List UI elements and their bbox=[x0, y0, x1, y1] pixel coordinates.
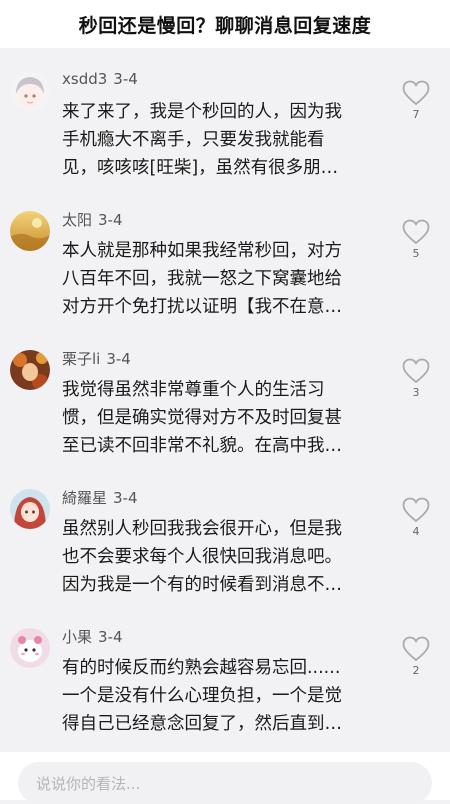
comment-date: 3-4 bbox=[113, 70, 138, 88]
heart-icon bbox=[402, 636, 430, 662]
comment-item[interactable]: 綺羅星 3-4 虽然别人秒回我我会很开心，但是我 也不会要求每个人很快回我消息吧。… bbox=[0, 469, 450, 608]
comment-item[interactable]: xsdd3 3-4 来了来了，我是个秒回的人，因为我 手机瘾大不离手，只要发我就能… bbox=[0, 52, 450, 191]
comment-meta: 栗子li 3-4 bbox=[62, 348, 131, 369]
comment-author[interactable]: 小果 bbox=[62, 628, 92, 646]
anime-girl-avatar-icon[interactable] bbox=[10, 489, 50, 529]
comment-item[interactable]: 太阳 3-4 本人就是那种如果我经常秒回，对方 八百年不回，我就一怒之下窝囊地给 … bbox=[0, 191, 450, 330]
like-count: 2 bbox=[412, 664, 420, 677]
comment-text-line: 至已读不回非常不礼貌。在高中我… bbox=[62, 436, 342, 456]
comment-text-line: 也不会要求每个人很快回我消息吧。 bbox=[62, 547, 342, 567]
comment-meta: 太阳 3-4 bbox=[62, 209, 123, 230]
autumn-character-avatar-icon[interactable] bbox=[10, 350, 50, 390]
like-count: 7 bbox=[412, 108, 420, 121]
comment-input-placeholder: 说说你的看法... bbox=[36, 774, 141, 793]
comment-date: 3-4 bbox=[113, 489, 138, 507]
comment-text[interactable]: 我觉得虽然非常尊重个人的生活习 惯，但是确实觉得对方不及时回复甚 至已读不回非常… bbox=[62, 376, 374, 460]
top-bar: 秒回还是慢回？聊聊消息回复速度 bbox=[0, 0, 450, 48]
comment-list: xsdd3 3-4 来了来了，我是个秒回的人，因为我 手机瘾大不离手，只要发我就能… bbox=[0, 52, 450, 747]
golden-landscape-avatar-icon[interactable] bbox=[10, 211, 50, 251]
heart-icon bbox=[402, 80, 430, 106]
comment-author[interactable]: xsdd3 bbox=[62, 70, 107, 88]
like-count: 5 bbox=[412, 247, 420, 260]
comment-text-line: 一个是没有什么心理负担，一个是觉 bbox=[62, 686, 342, 706]
comment-text-line: 对方开个免打扰以证明【我不在意… bbox=[62, 297, 342, 317]
comment-text-line: 得自己已经意念回复了，然后直到… bbox=[62, 714, 342, 734]
comment-text[interactable]: 虽然别人秒回我我会很开心，但是我 也不会要求每个人很快回我消息吧。 因为我是一个… bbox=[62, 515, 374, 599]
comment-text-line: 惯，但是确实觉得对方不及时回复甚 bbox=[62, 408, 342, 428]
comment-text[interactable]: 来了来了，我是个秒回的人，因为我 手机瘾大不离手，只要发我就能看 见，咳咳咳[旺… bbox=[62, 98, 374, 182]
like-count: 3 bbox=[412, 386, 420, 399]
comment-item[interactable]: 小果 3-4 有的时候反而约熟会越容易忘回...... 一个是没有什么心理负担，一… bbox=[0, 608, 450, 747]
comment-text-line: 本人就是那种如果我经常秒回，对方 bbox=[62, 241, 342, 261]
comment-text[interactable]: 本人就是那种如果我经常秒回，对方 八百年不回，我就一怒之下窝囊地给 对方开个免打… bbox=[62, 237, 374, 321]
comment-text-line: 来了来了，我是个秒回的人，因为我 bbox=[62, 102, 342, 122]
comment-text-line: 八百年不回，我就一怒之下窝囊地给 bbox=[62, 269, 342, 289]
like-count: 4 bbox=[412, 525, 420, 538]
like-button[interactable]: 4 bbox=[400, 497, 432, 538]
comment-text[interactable]: 有的时候反而约熟会越容易忘回...... 一个是没有什么心理负担，一个是觉 得自… bbox=[62, 654, 374, 738]
comment-date: 3-4 bbox=[98, 211, 123, 229]
anime-boy-avatar-icon[interactable] bbox=[10, 72, 50, 112]
comment-text-line: 我觉得虽然非常尊重个人的生活习 bbox=[62, 380, 325, 400]
like-button[interactable]: 3 bbox=[400, 358, 432, 399]
like-button[interactable]: 5 bbox=[400, 219, 432, 260]
page-title: 秒回还是慢回？聊聊消息回复速度 bbox=[78, 14, 372, 37]
comment-date: 3-4 bbox=[98, 628, 123, 646]
comment-meta: 綺羅星 3-4 bbox=[62, 487, 138, 508]
heart-icon bbox=[402, 358, 430, 384]
comment-text-line: 有的时候反而约熟会越容易忘回...... bbox=[62, 658, 341, 678]
heart-icon bbox=[402, 497, 430, 523]
comment-input[interactable]: 说说你的看法... bbox=[18, 762, 432, 804]
comment-text-line: 因为我是一个有的时候看到消息不… bbox=[62, 575, 342, 595]
like-button[interactable]: 7 bbox=[400, 80, 432, 121]
like-button[interactable]: 2 bbox=[400, 636, 432, 677]
comment-author[interactable]: 綺羅星 bbox=[62, 489, 107, 507]
comment-author[interactable]: 栗子li bbox=[62, 350, 100, 368]
heart-icon bbox=[402, 219, 430, 245]
comment-composer-bar: 说说你的看法... bbox=[0, 752, 450, 804]
comment-date: 3-4 bbox=[106, 350, 131, 368]
comment-author[interactable]: 太阳 bbox=[62, 211, 92, 229]
comment-item[interactable]: 栗子li 3-4 我觉得虽然非常尊重个人的生活习 惯，但是确实觉得对方不及时回复甚… bbox=[0, 330, 450, 469]
cute-character-avatar-icon[interactable] bbox=[10, 628, 50, 668]
comment-text-line: 手机瘾大不离手，只要发我就能看 bbox=[62, 130, 325, 150]
comment-meta: 小果 3-4 bbox=[62, 626, 123, 647]
comment-meta: xsdd3 3-4 bbox=[62, 70, 138, 88]
comment-text-line: 见，咳咳咳[旺柴]，虽然有很多朋… bbox=[62, 158, 339, 178]
comment-text-line: 虽然别人秒回我我会很开心，但是我 bbox=[62, 519, 342, 539]
